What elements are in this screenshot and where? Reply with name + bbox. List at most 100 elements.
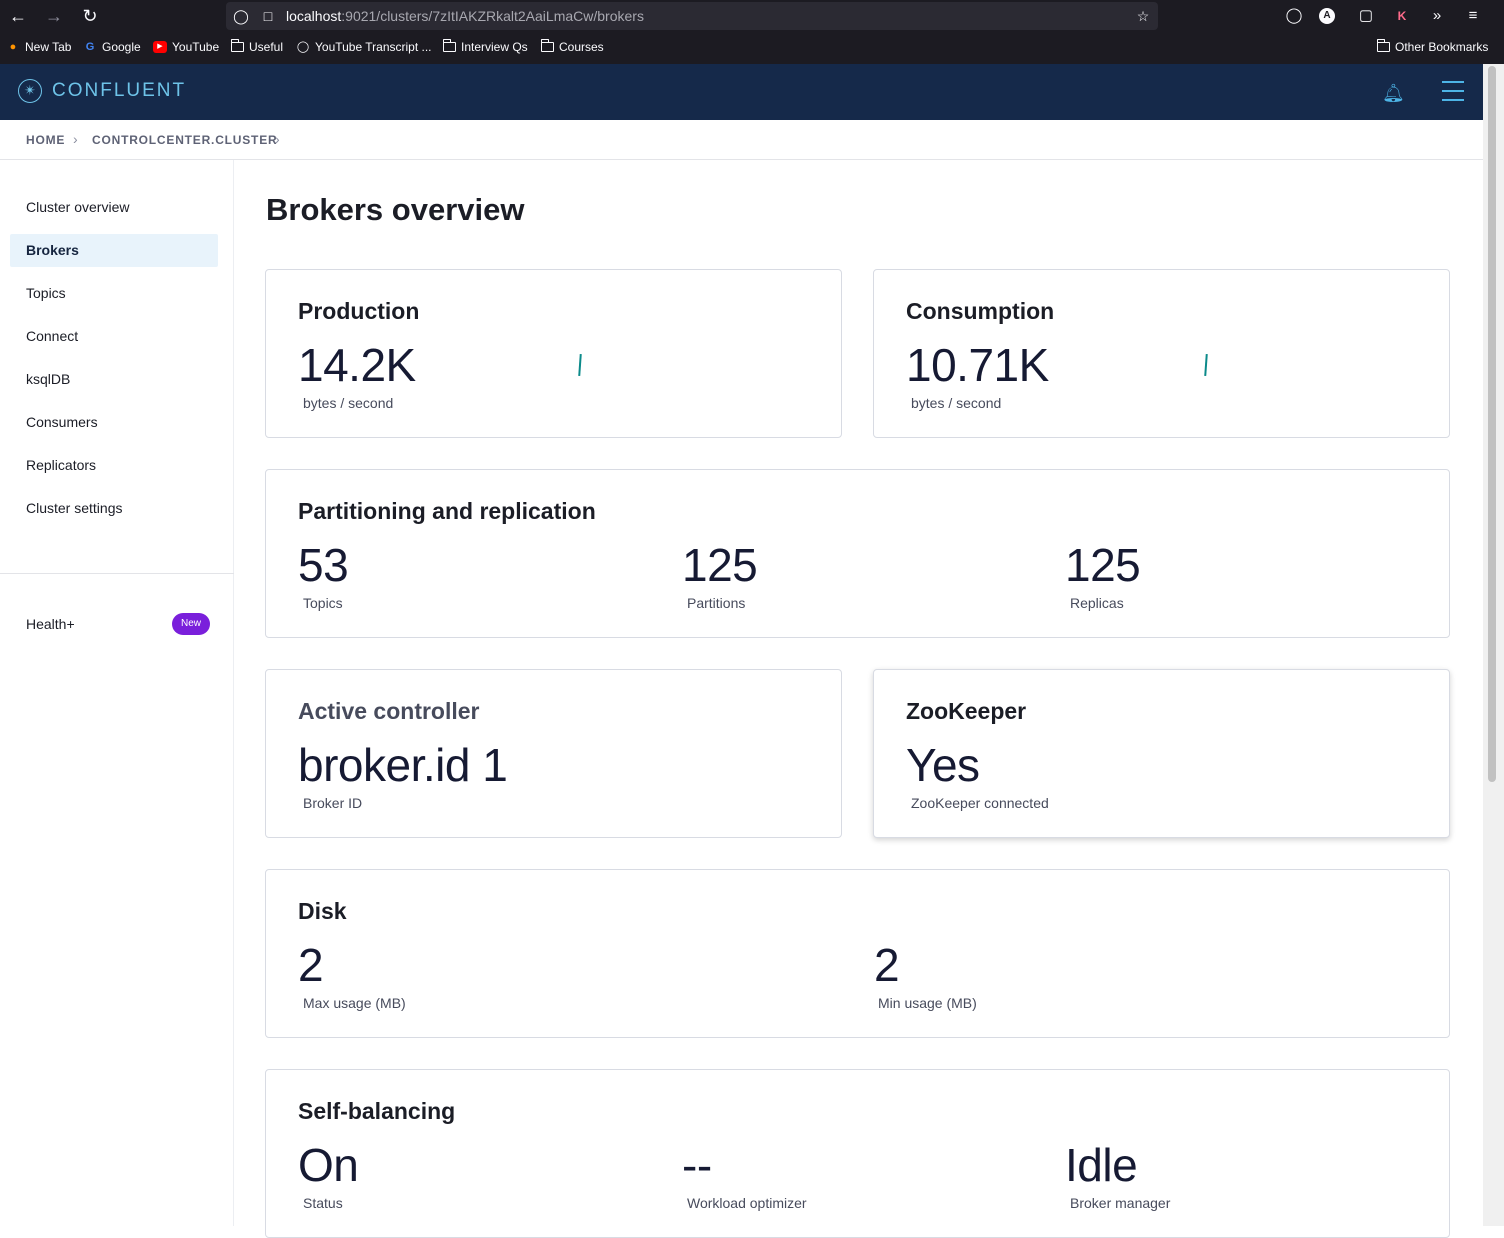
disk-card: Disk 2 Max usage (MB) 2 Min usage (MB) bbox=[265, 869, 1450, 1038]
breadcrumb-home[interactable]: HOME bbox=[26, 133, 65, 147]
bookmark-interview-qs[interactable]: Interview Qs bbox=[442, 39, 528, 54]
back-arrow-icon[interactable]: ← bbox=[6, 4, 30, 28]
overflow-chevron-icon[interactable]: » bbox=[1426, 5, 1448, 27]
consumption-card: Consumption 10.71K bytes / second bbox=[873, 269, 1450, 438]
zookeeper-value: Yes bbox=[906, 739, 980, 791]
star-icon[interactable]: ☆ bbox=[1134, 7, 1152, 25]
bell-icon[interactable]: 🔔︎ bbox=[1382, 82, 1405, 104]
sidebar-item-consumers[interactable]: Consumers bbox=[10, 406, 218, 439]
breadcrumb-cluster[interactable]: CONTROLCENTER.CLUSTER bbox=[92, 133, 277, 147]
page-title: Brokers overview bbox=[266, 192, 525, 227]
url-host: localhost bbox=[286, 8, 342, 24]
sidebar-item-health-plus[interactable]: Health+ New bbox=[10, 608, 218, 641]
disk-min-label: Min usage (MB) bbox=[878, 995, 977, 1011]
breadcrumb: HOME › CONTROLCENTER.CLUSTER › bbox=[0, 120, 1483, 160]
forward-arrow-icon[interactable]: → bbox=[42, 4, 66, 28]
bookmark-new-tab[interactable]: ● New Tab bbox=[6, 40, 72, 54]
consumption-unit: bytes / second bbox=[911, 395, 1002, 411]
self-balancing-status-label: Status bbox=[303, 1195, 343, 1211]
sidebar-item-cluster-overview[interactable]: Cluster overview bbox=[10, 191, 218, 224]
page-icon: □ bbox=[263, 8, 273, 24]
sidebar-item-ksqldb[interactable]: ksqlDB bbox=[10, 363, 218, 396]
self-balancing-card[interactable]: Self-balancing On Status -- Workload opt… bbox=[265, 1069, 1450, 1238]
folder-icon bbox=[1376, 39, 1390, 52]
partitions-count: 125 bbox=[682, 539, 758, 591]
sidebar-item-connect[interactable]: Connect bbox=[10, 320, 218, 353]
partitioning-title: Partitioning and replication bbox=[298, 498, 596, 524]
shield-icon[interactable]: ◯ bbox=[232, 7, 250, 25]
sidebar-item-topics[interactable]: Topics bbox=[10, 277, 218, 310]
bookmark-courses[interactable]: Courses bbox=[540, 39, 604, 54]
topics-count: 53 bbox=[298, 539, 349, 591]
zookeeper-card[interactable]: ZooKeeper Yes ZooKeeper connected bbox=[873, 669, 1450, 838]
consumption-sparkline bbox=[1204, 353, 1208, 377]
bookmark-google[interactable]: G Google bbox=[83, 40, 141, 54]
self-balancing-title: Self-balancing bbox=[298, 1098, 456, 1124]
bookmark-youtube-transcript[interactable]: ◯ YouTube Transcript ... bbox=[296, 40, 432, 54]
disk-max-value: 2 bbox=[298, 939, 324, 991]
zookeeper-label: ZooKeeper connected bbox=[911, 795, 1049, 811]
url-path: :9021/clusters/7zItIAKZRkalt2AaiLmaCw/br… bbox=[341, 8, 644, 24]
reload-icon[interactable]: ↻ bbox=[78, 4, 102, 28]
disk-title: Disk bbox=[298, 898, 347, 924]
sidebar-item-brokers[interactable]: Brokers bbox=[10, 234, 218, 267]
app-header: ✴ CONFLUENT 🔔︎ bbox=[0, 64, 1483, 120]
account-icon[interactable]: A bbox=[1319, 8, 1335, 24]
bookmark-useful[interactable]: Useful bbox=[230, 39, 283, 54]
extensions-icon[interactable]: ▢ bbox=[1355, 5, 1377, 27]
production-unit: bytes / second bbox=[303, 395, 394, 411]
confluent-logo[interactable]: ✴ CONFLUENT bbox=[18, 79, 186, 103]
consumption-value: 10.71K bbox=[906, 339, 1049, 391]
extension-k-icon[interactable]: K bbox=[1391, 5, 1413, 27]
self-balancing-status-value: On bbox=[298, 1139, 359, 1191]
consumption-title: Consumption bbox=[906, 298, 1055, 324]
sidebar-divider bbox=[0, 573, 234, 574]
pocket-icon[interactable]: ◯ bbox=[1283, 5, 1305, 27]
workload-optimizer-value: -- bbox=[682, 1139, 712, 1191]
bookmark-other[interactable]: Other Bookmarks bbox=[1376, 39, 1488, 54]
disk-min-value: 2 bbox=[874, 939, 900, 991]
production-sparkline bbox=[578, 353, 582, 377]
active-controller-card: Active controller broker.id 1 Broker ID bbox=[265, 669, 842, 838]
menu-icon[interactable]: ≡ bbox=[1462, 5, 1484, 27]
youtube-icon: ▶ bbox=[153, 41, 167, 53]
zookeeper-title: ZooKeeper bbox=[906, 698, 1027, 724]
partitions-label: Partitions bbox=[687, 595, 746, 611]
url-text[interactable]: localhost:9021/clusters/7zItIAKZRkalt2Aa… bbox=[286, 8, 644, 24]
workload-optimizer-label: Workload optimizer bbox=[687, 1195, 807, 1211]
address-bar[interactable]: ◯ □ localhost:9021/clusters/7zItIAKZRkal… bbox=[226, 2, 1158, 30]
topics-label: Topics bbox=[303, 595, 343, 611]
globe-icon: ◯ bbox=[296, 41, 310, 53]
folder-icon bbox=[540, 39, 554, 52]
disk-max-label: Max usage (MB) bbox=[303, 995, 406, 1011]
firefox-icon: ● bbox=[9, 41, 17, 53]
bookmarks-bar: ● New Tab G Google ▶ YouTube Useful ◯ YouTub… bbox=[0, 32, 1504, 65]
sidebar: Cluster overview Brokers Topics Connect … bbox=[0, 160, 234, 1226]
logo-text: CONFLUENT bbox=[52, 80, 187, 101]
controller-value: broker.id 1 bbox=[298, 739, 508, 791]
bookmark-youtube[interactable]: ▶ YouTube bbox=[153, 40, 219, 54]
google-icon: G bbox=[85, 41, 95, 53]
broker-manager-value: Idle bbox=[1065, 1139, 1138, 1191]
page-scrollbar[interactable] bbox=[1483, 64, 1504, 1226]
sidebar-item-cluster-settings[interactable]: Cluster settings bbox=[10, 492, 218, 525]
replicas-count: 125 bbox=[1065, 539, 1141, 591]
sidebar-item-replicators[interactable]: Replicators bbox=[10, 449, 218, 482]
scrollbar-thumb[interactable] bbox=[1488, 66, 1496, 782]
production-card: Production 14.2K bytes / second bbox=[265, 269, 842, 438]
folder-icon bbox=[442, 39, 456, 52]
replicas-label: Replicas bbox=[1070, 595, 1124, 611]
hamburger-menu-icon[interactable] bbox=[1442, 81, 1464, 103]
production-value: 14.2K bbox=[298, 339, 416, 391]
controller-label: Broker ID bbox=[303, 795, 363, 811]
confluent-logo-icon: ✴ bbox=[18, 79, 42, 103]
browser-toolbar: ← → ↻ ◯ □ localhost:9021/clusters/7zItIA… bbox=[0, 0, 1504, 32]
chevron-right-icon: › bbox=[73, 131, 78, 147]
partitioning-card[interactable]: Partitioning and replication 53 Topics 1… bbox=[265, 469, 1450, 638]
production-title: Production bbox=[298, 298, 420, 324]
broker-manager-label: Broker manager bbox=[1070, 1195, 1171, 1211]
new-badge: New bbox=[172, 613, 210, 635]
folder-icon bbox=[230, 39, 244, 52]
chevron-right-icon: › bbox=[275, 131, 280, 147]
controller-title: Active controller bbox=[298, 698, 480, 724]
